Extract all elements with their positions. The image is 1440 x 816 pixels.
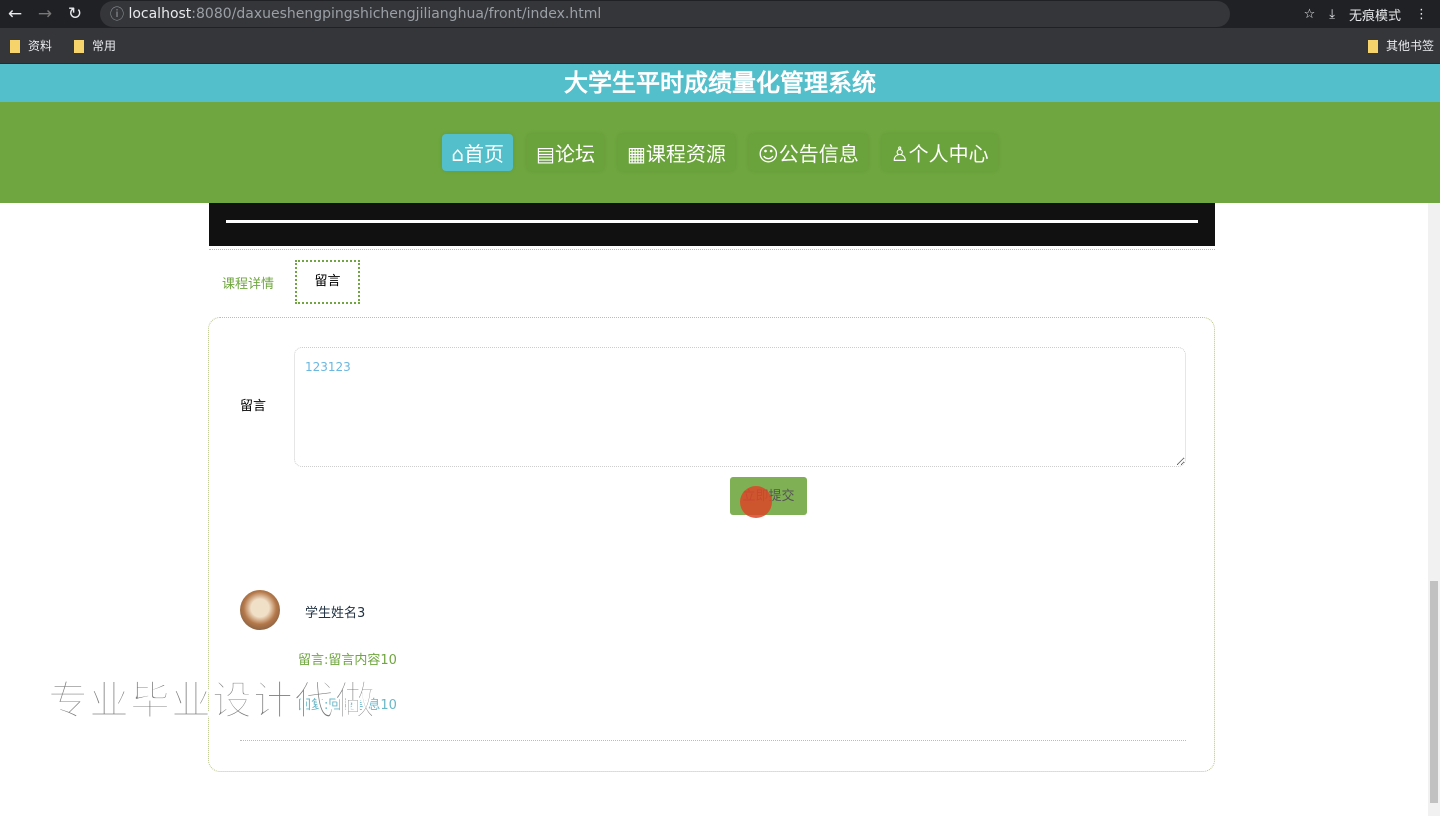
folder-icon xyxy=(74,40,85,53)
nav-label: 论坛 xyxy=(554,142,595,166)
gift-icon: ▦ xyxy=(626,142,646,166)
url-path: :8080/daxueshengpingshichengjilianghua/f… xyxy=(191,6,602,22)
tab-divider xyxy=(209,249,1215,250)
home-icon: ⌂ xyxy=(451,142,465,166)
avatar xyxy=(240,590,280,630)
nav-course-resources[interactable]: ▦课程资源 xyxy=(617,134,735,171)
info-icon: ⓘ xyxy=(110,7,129,23)
bookmark-label: 资料 xyxy=(28,39,53,53)
click-indicator-icon xyxy=(740,486,772,518)
scrollbar-thumb[interactable] xyxy=(1430,581,1438,803)
scrollbar[interactable] xyxy=(1428,203,1440,816)
nav-label: 课程资源 xyxy=(645,142,726,166)
bookmark-label: 其他书签 xyxy=(1385,39,1434,53)
bookmark-item[interactable]: 资料 xyxy=(10,37,52,54)
comment-message: 留言:留言内容10 xyxy=(298,653,397,668)
page-title: 大学生平时成绩量化管理系统 xyxy=(0,64,1440,102)
star-icon[interactable]: ☆ xyxy=(1304,7,1316,22)
comment-label: 留言 xyxy=(240,399,267,414)
nav-notices[interactable]: ☺公告信息 xyxy=(748,134,868,171)
forward-icon[interactable]: → xyxy=(30,4,60,24)
course-image xyxy=(209,203,1215,246)
nav-label: 首页 xyxy=(464,142,505,166)
incognito-label[interactable]: 无痕模式 xyxy=(1349,5,1401,24)
back-icon[interactable]: ← xyxy=(0,4,30,24)
reload-icon[interactable]: ↻ xyxy=(60,4,90,24)
bookmark-item[interactable]: 常用 xyxy=(74,37,116,54)
folder-icon xyxy=(1367,40,1378,53)
nav-label: 公告信息 xyxy=(778,142,859,166)
nav-forum[interactable]: ▤论坛 xyxy=(527,134,604,171)
nav-profile[interactable]: ♙个人中心 xyxy=(881,134,998,171)
menu-icon[interactable]: ⋮ xyxy=(1415,7,1428,22)
folder-icon xyxy=(10,40,20,53)
browser-toolbar: ← → ↻ ⓘ localhost:8080/daxueshengpingshi… xyxy=(0,0,1440,28)
comment-input[interactable]: 123123 xyxy=(294,347,1186,467)
nav-home[interactable]: ⌂首页 xyxy=(442,134,514,171)
comment-divider xyxy=(240,740,1186,741)
url-host: localhost xyxy=(128,6,192,22)
address-bar[interactable]: ⓘ localhost:8080/daxueshengpingshichengj… xyxy=(100,1,1230,27)
tab-comment[interactable]: 留言 xyxy=(295,260,360,304)
nav-label: 个人中心 xyxy=(908,142,989,166)
bookmarks-bar: 资料 常用 其他书签 xyxy=(0,28,1440,64)
comment-author: 学生姓名3 xyxy=(305,606,366,621)
smile-icon: ☺ xyxy=(757,142,779,166)
bookmark-label: 常用 xyxy=(92,39,117,53)
download-icon[interactable]: ⤓ xyxy=(1329,7,1335,22)
tab-course-detail[interactable]: 课程详情 xyxy=(222,273,274,292)
other-bookmarks[interactable]: 其他书签 xyxy=(1367,37,1440,54)
forum-icon: ▤ xyxy=(536,142,555,166)
watermark: 专业毕业设计代做 xyxy=(48,678,376,725)
user-icon: ♙ xyxy=(890,142,909,166)
main-nav: ⌂首页 ▤论坛 ▦课程资源 ☺公告信息 ♙个人中心 xyxy=(0,102,1440,203)
progress-line xyxy=(226,220,1198,223)
